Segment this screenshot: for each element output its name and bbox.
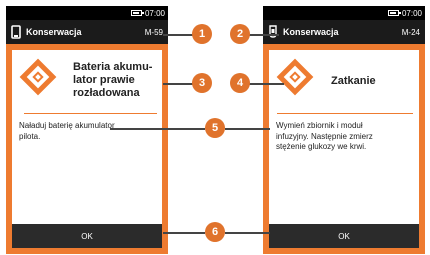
alert-message: Naładuj baterię akumulator pilota. xyxy=(19,121,115,141)
callout-line xyxy=(244,83,284,85)
battery-icon xyxy=(387,10,401,16)
callout-3: 3 xyxy=(192,73,212,93)
battery-icon xyxy=(130,10,144,16)
callout-line xyxy=(110,128,205,130)
header-title: Konserwacja xyxy=(26,27,82,37)
alert-title: Zatkanie xyxy=(331,75,376,87)
callout-4: 4 xyxy=(230,73,250,93)
status-time: 07:00 xyxy=(144,8,165,18)
header-code: M-59 xyxy=(144,27,163,37)
callout-line xyxy=(163,232,205,234)
header-title: Konserwacja xyxy=(283,27,339,37)
alert-title: Bateria akumu- lator prawie rozładowana xyxy=(73,61,153,99)
ok-button[interactable]: OK xyxy=(269,224,419,248)
header-bar: Konserwacja M-59 xyxy=(6,20,168,44)
callout-2: 2 xyxy=(230,24,250,44)
alert-divider xyxy=(277,113,413,114)
status-bar: 07:00 xyxy=(263,6,425,20)
alert-card: Bateria akumu- lator prawie rozładowana … xyxy=(12,50,162,248)
warning-diamond-icon xyxy=(19,58,57,96)
callout-1: 1 xyxy=(192,24,212,44)
remote-icon xyxy=(11,25,21,39)
status-bar: 07:00 xyxy=(6,6,168,20)
callout-line xyxy=(225,128,270,130)
alert-card: Zatkanie Wymień zbiornik i moduł infuzyj… xyxy=(269,50,419,248)
header-bar: Konserwacja M-24 xyxy=(263,20,425,44)
header-code: M-24 xyxy=(401,27,420,37)
callout-line xyxy=(163,34,193,36)
left-device-screen: 07:00 Konserwacja M-59 Bateria akumu- la… xyxy=(6,6,168,254)
status-time: 07:00 xyxy=(401,8,422,18)
pump-icon xyxy=(269,25,277,38)
alert-divider xyxy=(24,113,157,114)
ok-button[interactable]: OK xyxy=(12,224,162,248)
callout-5: 5 xyxy=(205,118,225,138)
callout-line xyxy=(163,83,193,85)
callout-6: 6 xyxy=(205,222,225,242)
right-device-screen: 07:00 Konserwacja M-24 Zatkanie Wymień z… xyxy=(263,6,425,254)
callout-line xyxy=(225,232,270,234)
warning-diamond-icon xyxy=(276,58,314,96)
alert-message: Wymień zbiornik i moduł infuzyjny. Nastę… xyxy=(276,121,373,151)
